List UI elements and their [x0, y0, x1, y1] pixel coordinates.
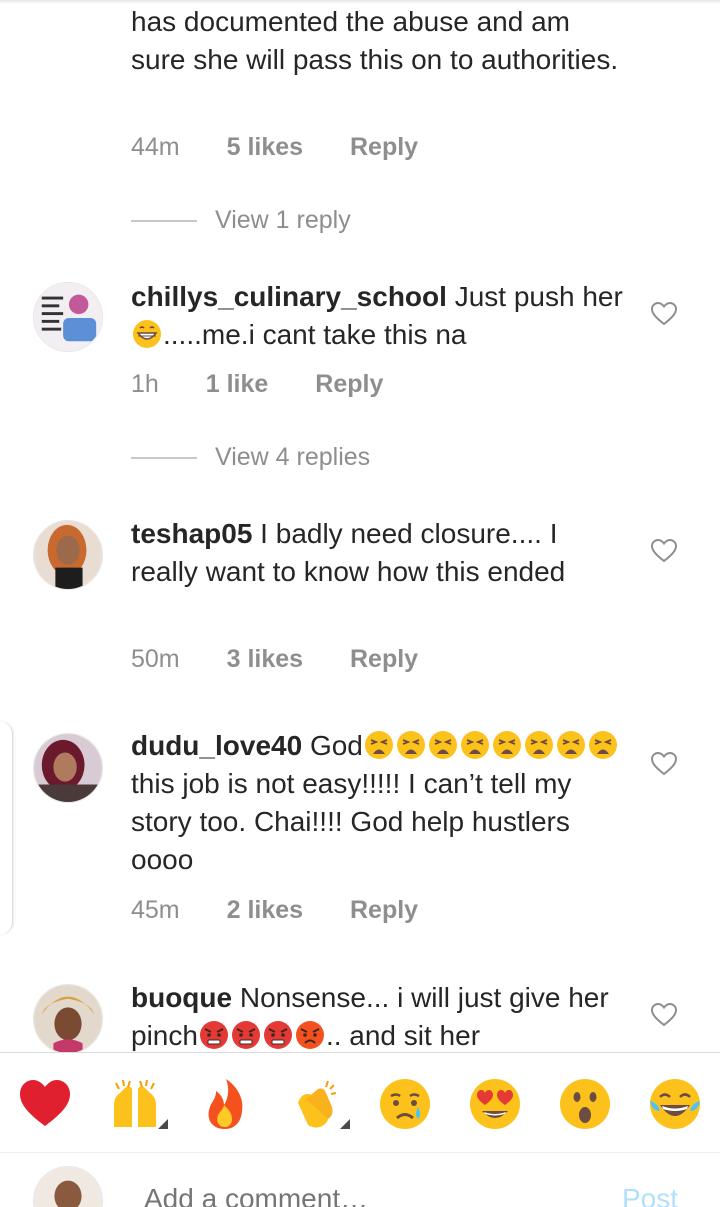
angry-face-emoji: [263, 1020, 293, 1050]
comment-username[interactable]: dudu_love40: [131, 730, 302, 761]
weary-face-emoji: [428, 730, 458, 760]
current-user-avatar: [33, 1166, 103, 1207]
emoji-reaction-bar: [0, 1052, 720, 1153]
tears-of-joy-emoji-button[interactable]: [648, 1077, 702, 1131]
avatar[interactable]: [33, 520, 103, 590]
side-panel-edge: [0, 722, 13, 934]
reply-button[interactable]: Reply: [350, 894, 418, 926]
likes-count[interactable]: 1 like: [206, 368, 269, 400]
angry-face-emoji: [231, 1020, 261, 1050]
weary-face-emoji: [364, 730, 394, 760]
view-replies-label: View 4 replies: [215, 443, 371, 471]
comment-time: 44m: [131, 133, 180, 161]
clapping-hands-emoji-button[interactable]: [288, 1077, 350, 1131]
reply-button[interactable]: Reply: [315, 368, 383, 400]
comment-text: buoque Nonsense... i will just give her …: [131, 982, 609, 1051]
weary-face-emoji: [588, 730, 618, 760]
weary-face-emoji: [524, 730, 554, 760]
reply-button[interactable]: Reply: [350, 131, 418, 163]
avatar[interactable]: [33, 733, 103, 803]
grinning-face-emoji: [132, 319, 162, 349]
comment-input[interactable]: [144, 1183, 544, 1207]
post-button[interactable]: Post: [622, 1183, 678, 1207]
comment-username[interactable]: chillys_culinary_school: [131, 281, 447, 312]
avatar[interactable]: [33, 282, 103, 352]
angry-face-emoji: [199, 1020, 229, 1050]
crying-face-emoji-button[interactable]: [378, 1077, 432, 1131]
heart-outline-icon[interactable]: [651, 1003, 677, 1027]
angry-face-emoji: [295, 1020, 325, 1050]
variant-indicator: [158, 1119, 168, 1129]
heart-outline-icon[interactable]: [651, 302, 677, 326]
likes-count[interactable]: 2 likes: [227, 894, 303, 926]
view-replies-line: [131, 220, 197, 223]
comment-text: has documented the abuse and am sure she…: [131, 6, 619, 75]
comment-username[interactable]: teshap05: [131, 518, 252, 549]
view-replies-button[interactable]: View 4 replies: [131, 441, 370, 473]
likes-count[interactable]: 5 likes: [227, 131, 303, 163]
likes-count[interactable]: 3 likes: [227, 643, 303, 675]
view-replies-button[interactable]: View 1 reply: [131, 204, 351, 236]
weary-face-emoji: [556, 730, 586, 760]
comment-time: 1h: [131, 370, 159, 398]
weary-face-emoji: [396, 730, 426, 760]
heart-outline-icon[interactable]: [651, 752, 677, 776]
comment-text: chillys_culinary_school Just push her...…: [131, 281, 623, 350]
heart-eyes-emoji-button[interactable]: [468, 1077, 522, 1131]
view-replies-label: View 1 reply: [215, 206, 351, 234]
comment-text: dudu_love40 God this job is not easy!!!!…: [131, 727, 631, 879]
weary-face-emoji: [492, 730, 522, 760]
heart-outline-icon[interactable]: [651, 539, 677, 563]
comment-meta: 50m 3 likes Reply: [131, 643, 418, 675]
comment-compose-bar: Post: [0, 1152, 720, 1207]
variant-indicator: [340, 1119, 350, 1129]
raising-hands-emoji-button[interactable]: [108, 1077, 168, 1131]
comment-meta: 1h 1 like Reply: [131, 368, 383, 400]
comment-time: 45m: [131, 896, 180, 924]
red-heart-emoji-button[interactable]: [18, 1077, 72, 1131]
comment-meta: 45m 2 likes Reply: [131, 894, 418, 926]
astonished-face-emoji-button[interactable]: [558, 1077, 612, 1131]
fire-emoji-button[interactable]: [198, 1077, 252, 1131]
comment-text: teshap05 I badly need closure.... I real…: [131, 518, 566, 587]
weary-face-emoji: [460, 730, 490, 760]
comment-username[interactable]: buoque: [131, 982, 232, 1013]
comment-meta: 44m 5 likes Reply: [131, 131, 418, 163]
reply-button[interactable]: Reply: [350, 643, 418, 675]
view-replies-line: [131, 457, 197, 460]
comment-time: 50m: [131, 645, 180, 673]
avatar[interactable]: [33, 984, 103, 1054]
